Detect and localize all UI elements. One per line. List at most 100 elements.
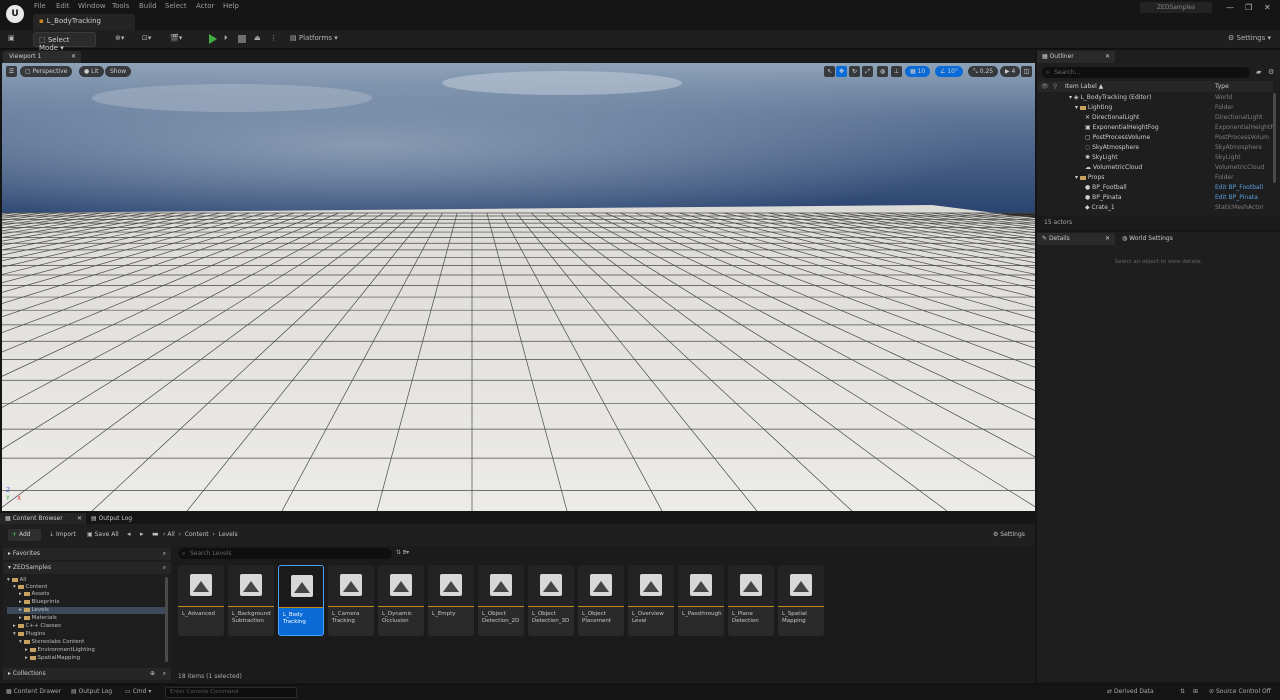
viewport-menu-icon[interactable]: ☰ (6, 66, 17, 77)
search-icon[interactable]: ⌕ (163, 550, 166, 558)
play-icon[interactable] (209, 34, 217, 44)
revision-icon[interactable]: ⊞ (1193, 688, 1198, 695)
row-type-link[interactable]: Edit BP_Football (1215, 183, 1263, 193)
import-button[interactable]: ⇣ Import (49, 531, 76, 538)
folder-browse-icon[interactable]: ▬ (152, 530, 159, 538)
level-tab[interactable]: ▪ L_BodyTracking (33, 14, 135, 30)
source-control-button[interactable]: ⊘ Source Control Off (1209, 688, 1271, 695)
content-browser-close-icon[interactable]: ✕ (77, 515, 82, 522)
viewport-tab-close-icon[interactable]: ✕ (71, 53, 76, 60)
tree-item[interactable]: ▸ Blueprints (19, 599, 59, 606)
tree-item[interactable]: ▾ All (7, 577, 26, 584)
cinematics-icon[interactable]: 🎬▾ (170, 34, 182, 42)
asset-tile[interactable]: L_Plane Detection (728, 565, 774, 636)
menu-edit[interactable]: Edit (56, 2, 70, 10)
save-icon[interactable]: ▣ (8, 34, 15, 42)
history-back-icon[interactable]: ◂ (127, 530, 131, 538)
collections-header[interactable]: ▸ Collections ⊕ ⌕ (3, 668, 171, 680)
search-icon[interactable]: ⌕ (163, 670, 166, 678)
content-drawer-button[interactable]: ▦ Content Drawer (6, 688, 61, 695)
maximize-viewport-icon[interactable]: ◫ (1021, 66, 1032, 77)
asset-tile[interactable]: L_Dynamic Occlusion (378, 565, 424, 636)
asset-tile[interactable]: L_Background Subtraction (228, 565, 274, 636)
rotation-snap-button[interactable]: ∠ 10° (935, 66, 963, 77)
camera-speed-button[interactable]: ▶ 4 (1000, 66, 1021, 77)
asset-tile[interactable]: L_Object Detection_2D (478, 565, 524, 636)
output-log-button[interactable]: ▤ Output Log (71, 688, 112, 695)
more-options-icon[interactable]: ⋮ (270, 34, 277, 42)
notifications-icon[interactable]: ⇅ (1180, 688, 1185, 695)
console-command-input[interactable]: Enter Console Command (165, 687, 297, 698)
world-settings-tab[interactable]: ◍ World Settings (1117, 233, 1197, 245)
output-log-tab[interactable]: ▤ Output Log (86, 513, 137, 524)
select-mode-dropdown[interactable]: ⬚ Select Mode ▾ (33, 32, 96, 52)
select-tool-icon[interactable]: ↖ (824, 66, 835, 77)
details-tab[interactable]: ✎ Details ✕ (1037, 233, 1115, 245)
asset-tile[interactable]: L_Object Detection_3D (528, 565, 574, 636)
search-icon[interactable]: ⌕ (163, 564, 166, 572)
outliner-close-icon[interactable]: ✕ (1105, 53, 1110, 60)
step-icon[interactable]: ⏵ (224, 34, 228, 43)
pin-column-icon[interactable]: ⚲ (1053, 81, 1057, 92)
favorites-header[interactable]: ▸ Favorites ⌕ (3, 548, 171, 560)
tree-item[interactable]: ▸ C++ Classes (13, 623, 61, 630)
platforms-dropdown[interactable]: ▤ Platforms ▾ (290, 34, 338, 42)
history-forward-icon[interactable]: ▸ (140, 530, 144, 538)
menu-window[interactable]: Window (78, 2, 106, 10)
asset-tile-selected[interactable]: L_Body Tracking (278, 565, 324, 636)
viewport-tab[interactable]: Viewport 1 ✕ (3, 51, 81, 63)
outliner-scrollbar[interactable] (1273, 93, 1276, 183)
outliner-row[interactable]: ◆ Crate_1 StaticMeshActor (1037, 203, 1273, 213)
cmd-dropdown[interactable]: ▭ Cmd ▾ (125, 688, 151, 695)
outliner-tab[interactable]: ▦ Outliner ✕ (1037, 51, 1115, 63)
asset-tile[interactable]: L_Advanced (178, 565, 224, 636)
asset-tile[interactable]: L_Passthrough (678, 565, 724, 636)
blueprint-icon[interactable]: ⊡▾ (142, 34, 151, 42)
eject-icon[interactable]: ⏏ (254, 34, 261, 42)
translate-tool-icon[interactable]: ✥ (836, 66, 847, 77)
unreal-logo-icon[interactable]: U (6, 5, 24, 23)
level-viewport[interactable]: ☰ ▢ Perspective ● Lit Show ↖ ✥ ↻ ⤢ ◍ ⊥ ▦… (2, 63, 1035, 511)
outliner-row[interactable]: ▾ ◈ L_BodyTracking (Editor) World (1037, 93, 1273, 103)
project-header[interactable]: ▾ ZEDSamples ⌕ (3, 562, 171, 574)
add-actor-icon[interactable]: ⊕▾ (115, 34, 124, 42)
tree-item-selected[interactable]: ▸ Levels (7, 607, 166, 614)
asset-tile[interactable]: L_Spatial Mapping (778, 565, 824, 636)
derived-data-button[interactable]: ⇄ Derived Data (1107, 688, 1154, 695)
tree-item[interactable]: ▾ Content (13, 584, 47, 591)
surface-snap-icon[interactable]: ⊥ (891, 66, 902, 77)
breadcrumb-content[interactable]: Content (185, 531, 209, 538)
asset-search-input[interactable]: ⌕ Search Levels (178, 548, 392, 559)
filter-icon[interactable]: ⇅ ⩩▾ (396, 549, 409, 557)
outliner-settings-icon[interactable]: ⚙ (1268, 68, 1274, 76)
save-all-button[interactable]: ▣ Save All (87, 531, 119, 538)
tree-item[interactable]: ▸ Materials (19, 615, 57, 622)
outliner-row[interactable]: ● BP_Football Edit BP_Football (1037, 183, 1273, 193)
tree-item[interactable]: ▾ Stereolabs Content (19, 639, 84, 646)
close-icon[interactable]: ✕ (1264, 3, 1271, 12)
outliner-row[interactable]: ✕ DirectionalLight DirectionalLight (1037, 113, 1273, 123)
lit-button[interactable]: ● Lit (79, 66, 104, 77)
row-type-link[interactable]: Edit BP_Pinata (1215, 193, 1258, 203)
outliner-row[interactable]: ☁ VolumetricCloud VolumetricCloud (1037, 163, 1273, 173)
menu-build[interactable]: Build (139, 2, 157, 10)
scale-snap-button[interactable]: ⤡ 0.25 (968, 66, 999, 77)
perspective-button[interactable]: ▢ Perspective (20, 66, 73, 77)
outliner-row[interactable]: ◌ SkyAtmosphere SkyAtmosphere (1037, 143, 1273, 153)
asset-tile[interactable]: L_Overview Level (628, 565, 674, 636)
asset-tile[interactable]: L_Camera Tracking (328, 565, 374, 636)
tree-item[interactable]: ▸ SpatialMapping (25, 655, 80, 662)
menu-help[interactable]: Help (223, 2, 239, 10)
breadcrumb-levels[interactable]: Levels (219, 531, 238, 538)
menu-file[interactable]: File (34, 2, 46, 10)
outliner-search-input[interactable]: ⌕ Search... (1042, 67, 1250, 78)
tree-item[interactable]: ▸ Assets (19, 591, 49, 598)
settings-button[interactable]: ⚙ Settings ▾ (1228, 34, 1271, 42)
add-collection-icon[interactable]: ⊕ (150, 670, 155, 677)
visibility-column-icon[interactable]: 👁 (1041, 81, 1049, 92)
content-settings-button[interactable]: ⚙ Settings (993, 531, 1025, 538)
outliner-row[interactable]: ▣ ExponentialHeightFog ExponentialHeightF (1037, 123, 1274, 133)
outliner-row[interactable]: ▾ Lighting Folder (1037, 103, 1273, 113)
outliner-row[interactable]: ● BP_Pinata Edit BP_Pinata (1037, 193, 1273, 203)
add-folder-icon[interactable]: ▰ (1256, 68, 1261, 76)
